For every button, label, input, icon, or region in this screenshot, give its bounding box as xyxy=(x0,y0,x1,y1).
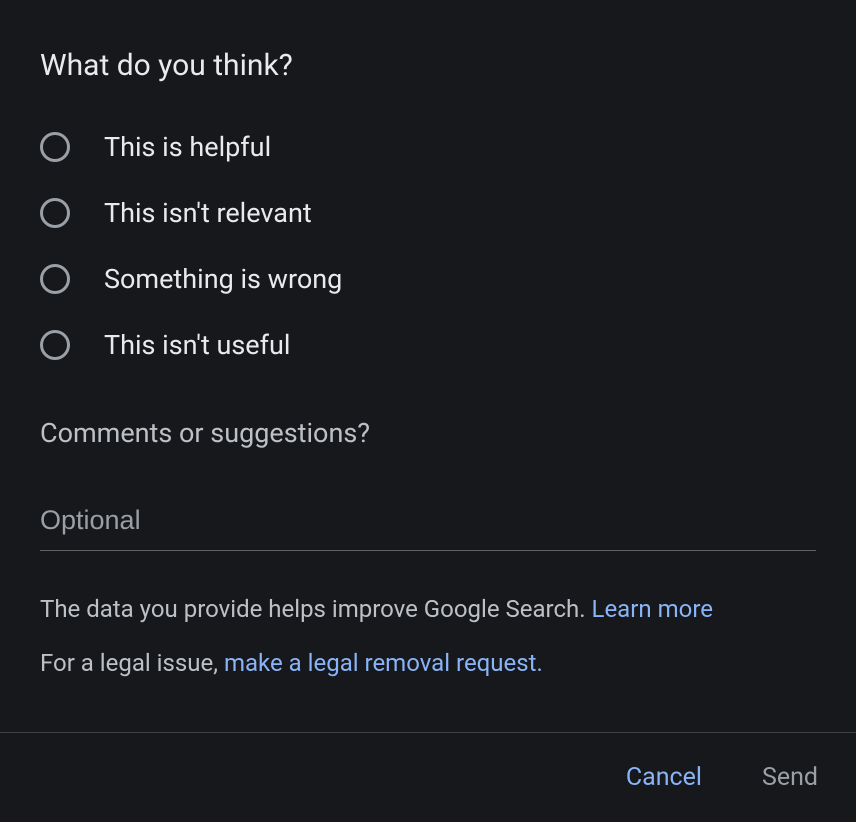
radio-icon xyxy=(40,132,70,162)
dialog-content: What do you think? This is helpful This … xyxy=(0,0,856,732)
info-text: For a legal issue, xyxy=(40,649,224,677)
radio-icon xyxy=(40,198,70,228)
dialog-title: What do you think? xyxy=(40,48,816,83)
option-label: This isn't useful xyxy=(104,329,290,361)
comments-input[interactable] xyxy=(40,499,816,551)
info-block: The data you provide helps improve Googl… xyxy=(40,591,816,681)
feedback-dialog: What do you think? This is helpful This … xyxy=(0,0,856,822)
option-label: This is helpful xyxy=(104,131,271,163)
option-helpful[interactable]: This is helpful xyxy=(40,131,816,163)
legal-removal-link[interactable]: make a legal removal request. xyxy=(224,649,543,677)
radio-icon xyxy=(40,330,70,360)
option-not-useful[interactable]: This isn't useful xyxy=(40,329,816,361)
option-something-wrong[interactable]: Something is wrong xyxy=(40,263,816,295)
info-text: The data you provide helps improve Googl… xyxy=(40,595,592,623)
radio-icon xyxy=(40,264,70,294)
dialog-footer: Cancel Send xyxy=(0,732,856,822)
option-label: Something is wrong xyxy=(104,263,342,295)
learn-more-link[interactable]: Learn more xyxy=(592,595,713,623)
send-button[interactable]: Send xyxy=(760,759,820,796)
feedback-options: This is helpful This isn't relevant Some… xyxy=(40,131,816,361)
comments-heading: Comments or suggestions? xyxy=(40,417,816,449)
info-line-1: The data you provide helps improve Googl… xyxy=(40,591,816,627)
info-line-2: For a legal issue, make a legal removal … xyxy=(40,645,816,681)
option-label: This isn't relevant xyxy=(104,197,312,229)
cancel-button[interactable]: Cancel xyxy=(624,759,704,796)
option-not-relevant[interactable]: This isn't relevant xyxy=(40,197,816,229)
